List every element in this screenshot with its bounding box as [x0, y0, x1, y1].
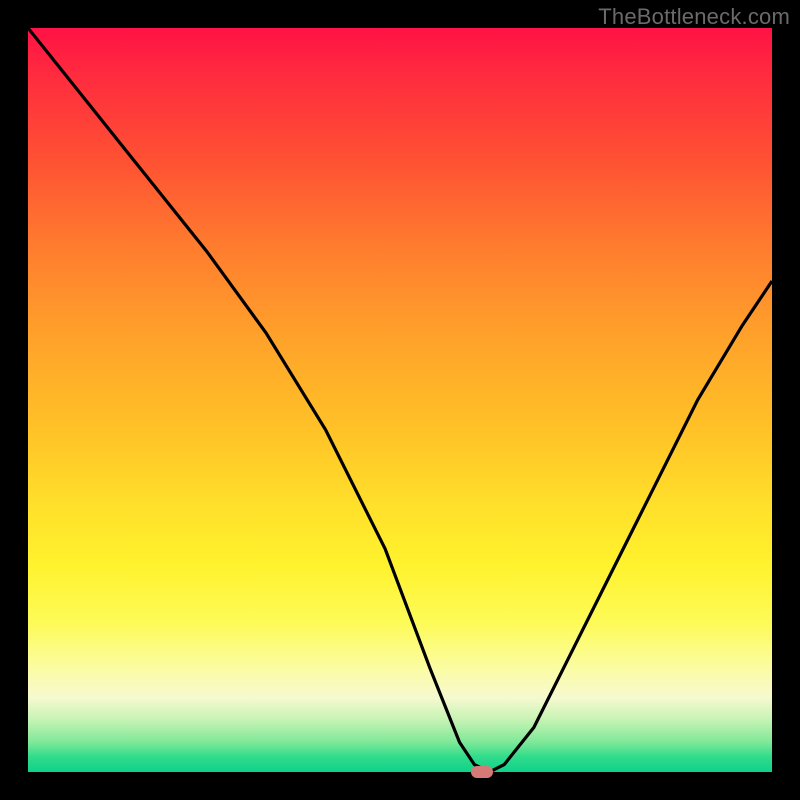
bottleneck-curve-svg — [28, 28, 772, 772]
chart-frame: TheBottleneck.com — [0, 0, 800, 800]
optimal-point-marker — [471, 766, 493, 778]
bottleneck-curve-path — [28, 28, 772, 772]
watermark-text: TheBottleneck.com — [598, 4, 790, 30]
